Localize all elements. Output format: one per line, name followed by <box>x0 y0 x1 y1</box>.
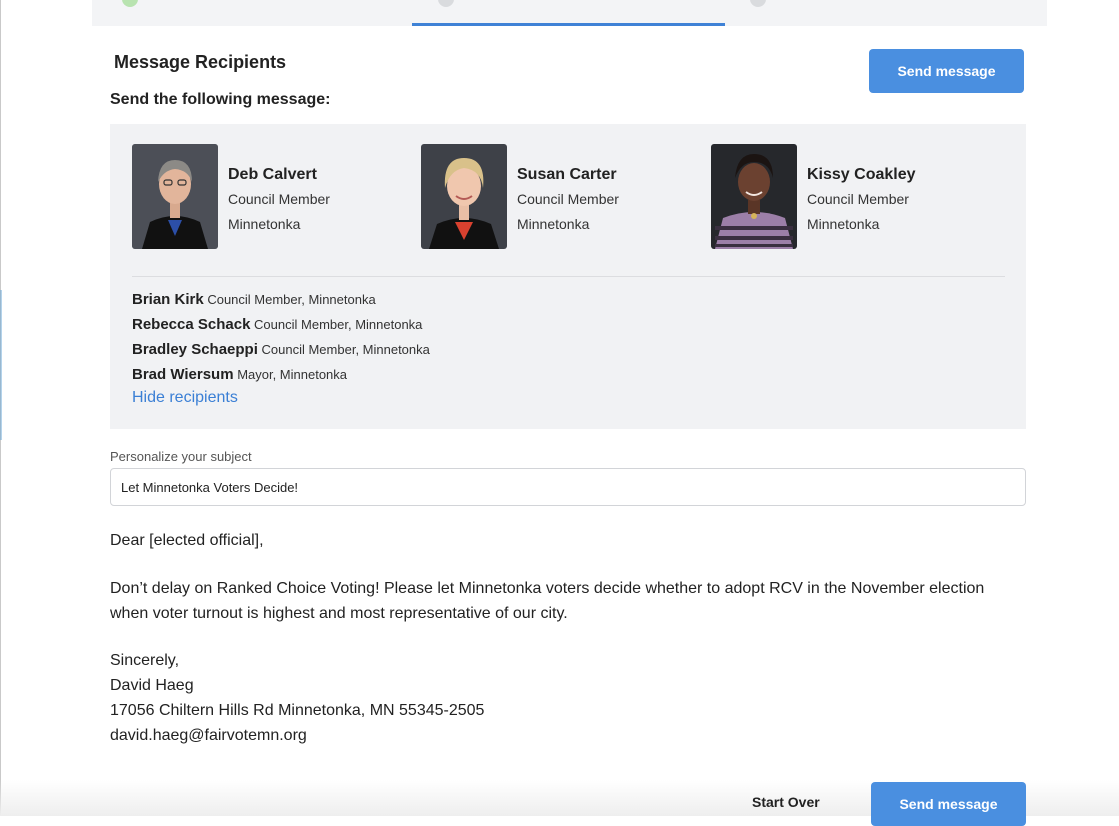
active-step-indicator <box>412 23 725 26</box>
recipient-city: Minnetonka <box>517 216 590 232</box>
sender-address: 17056 Chiltern Hills Rd Minnetonka, MN 5… <box>110 702 485 719</box>
recipients-panel: Deb Calvert Council Member Minnetonka Su… <box>110 124 1026 429</box>
recipient-role: Council Member <box>228 191 330 207</box>
list-item: Brad Wiersum Mayor, Minnetonka <box>132 362 430 387</box>
avatar <box>421 144 507 249</box>
subject-input[interactable] <box>110 468 1026 506</box>
recipient-name: Brad Wiersum <box>132 366 234 383</box>
recipient-detail: Council Member, Minnetonka <box>207 292 376 307</box>
list-item: Rebecca Schack Council Member, Minnetonk… <box>132 312 430 337</box>
recipient-detail: Council Member, Minnetonka <box>261 342 430 357</box>
page-title: Message Recipients <box>114 52 287 72</box>
send-message-button-bottom[interactable]: Send message <box>871 782 1026 826</box>
recipient-list: Brian Kirk Council Member, Minnetonka Re… <box>132 287 430 387</box>
sender-name: David Haeg <box>110 677 194 694</box>
progress-stepper <box>92 0 1047 26</box>
recipients-divider <box>132 276 1005 277</box>
recipient-role: Council Member <box>517 191 619 207</box>
message-greeting: Dear [elected official], <box>110 532 264 549</box>
hide-recipients-link[interactable]: Hide recipients <box>132 389 238 407</box>
recipient-detail: Council Member, Minnetonka <box>254 317 423 332</box>
step-3-dot-icon <box>750 0 766 7</box>
subject-label: Personalize your subject <box>110 449 252 464</box>
recipient-name: Kissy Coakley <box>807 166 916 183</box>
send-message-button-top[interactable]: Send message <box>869 49 1024 93</box>
recipient-detail: Mayor, Minnetonka <box>237 367 348 382</box>
list-item: Brian Kirk Council Member, Minnetonka <box>132 287 430 312</box>
recipient-city: Minnetonka <box>228 216 301 232</box>
recipient-city: Minnetonka <box>807 216 880 232</box>
sender-email: david.haeg@fairvotemn.org <box>110 727 307 744</box>
window-edge-accent <box>0 290 2 440</box>
avatar <box>132 144 218 249</box>
step-2-dot-icon <box>438 0 454 7</box>
avatar <box>711 144 797 249</box>
step-1-check-icon <box>122 0 138 7</box>
recipient-role: Council Member <box>807 191 909 207</box>
signoff-text: Sincerely, <box>110 652 180 669</box>
recipient-name: Deb Calvert <box>228 166 317 183</box>
recipient-name: Bradley Schaeppi <box>132 341 258 358</box>
list-item: Bradley Schaeppi Council Member, Minneto… <box>132 337 430 362</box>
message-subtitle: Send the following message: <box>110 91 331 108</box>
start-over-button[interactable]: Start Over <box>752 794 820 810</box>
message-signature: Sincerely, David Haeg 17056 Chiltern Hil… <box>110 648 484 748</box>
message-body: Don’t delay on Ranked Choice Voting! Ple… <box>110 580 985 622</box>
recipient-name: Susan Carter <box>517 166 617 183</box>
recipient-name: Brian Kirk <box>132 291 204 308</box>
recipient-name: Rebecca Schack <box>132 316 251 333</box>
